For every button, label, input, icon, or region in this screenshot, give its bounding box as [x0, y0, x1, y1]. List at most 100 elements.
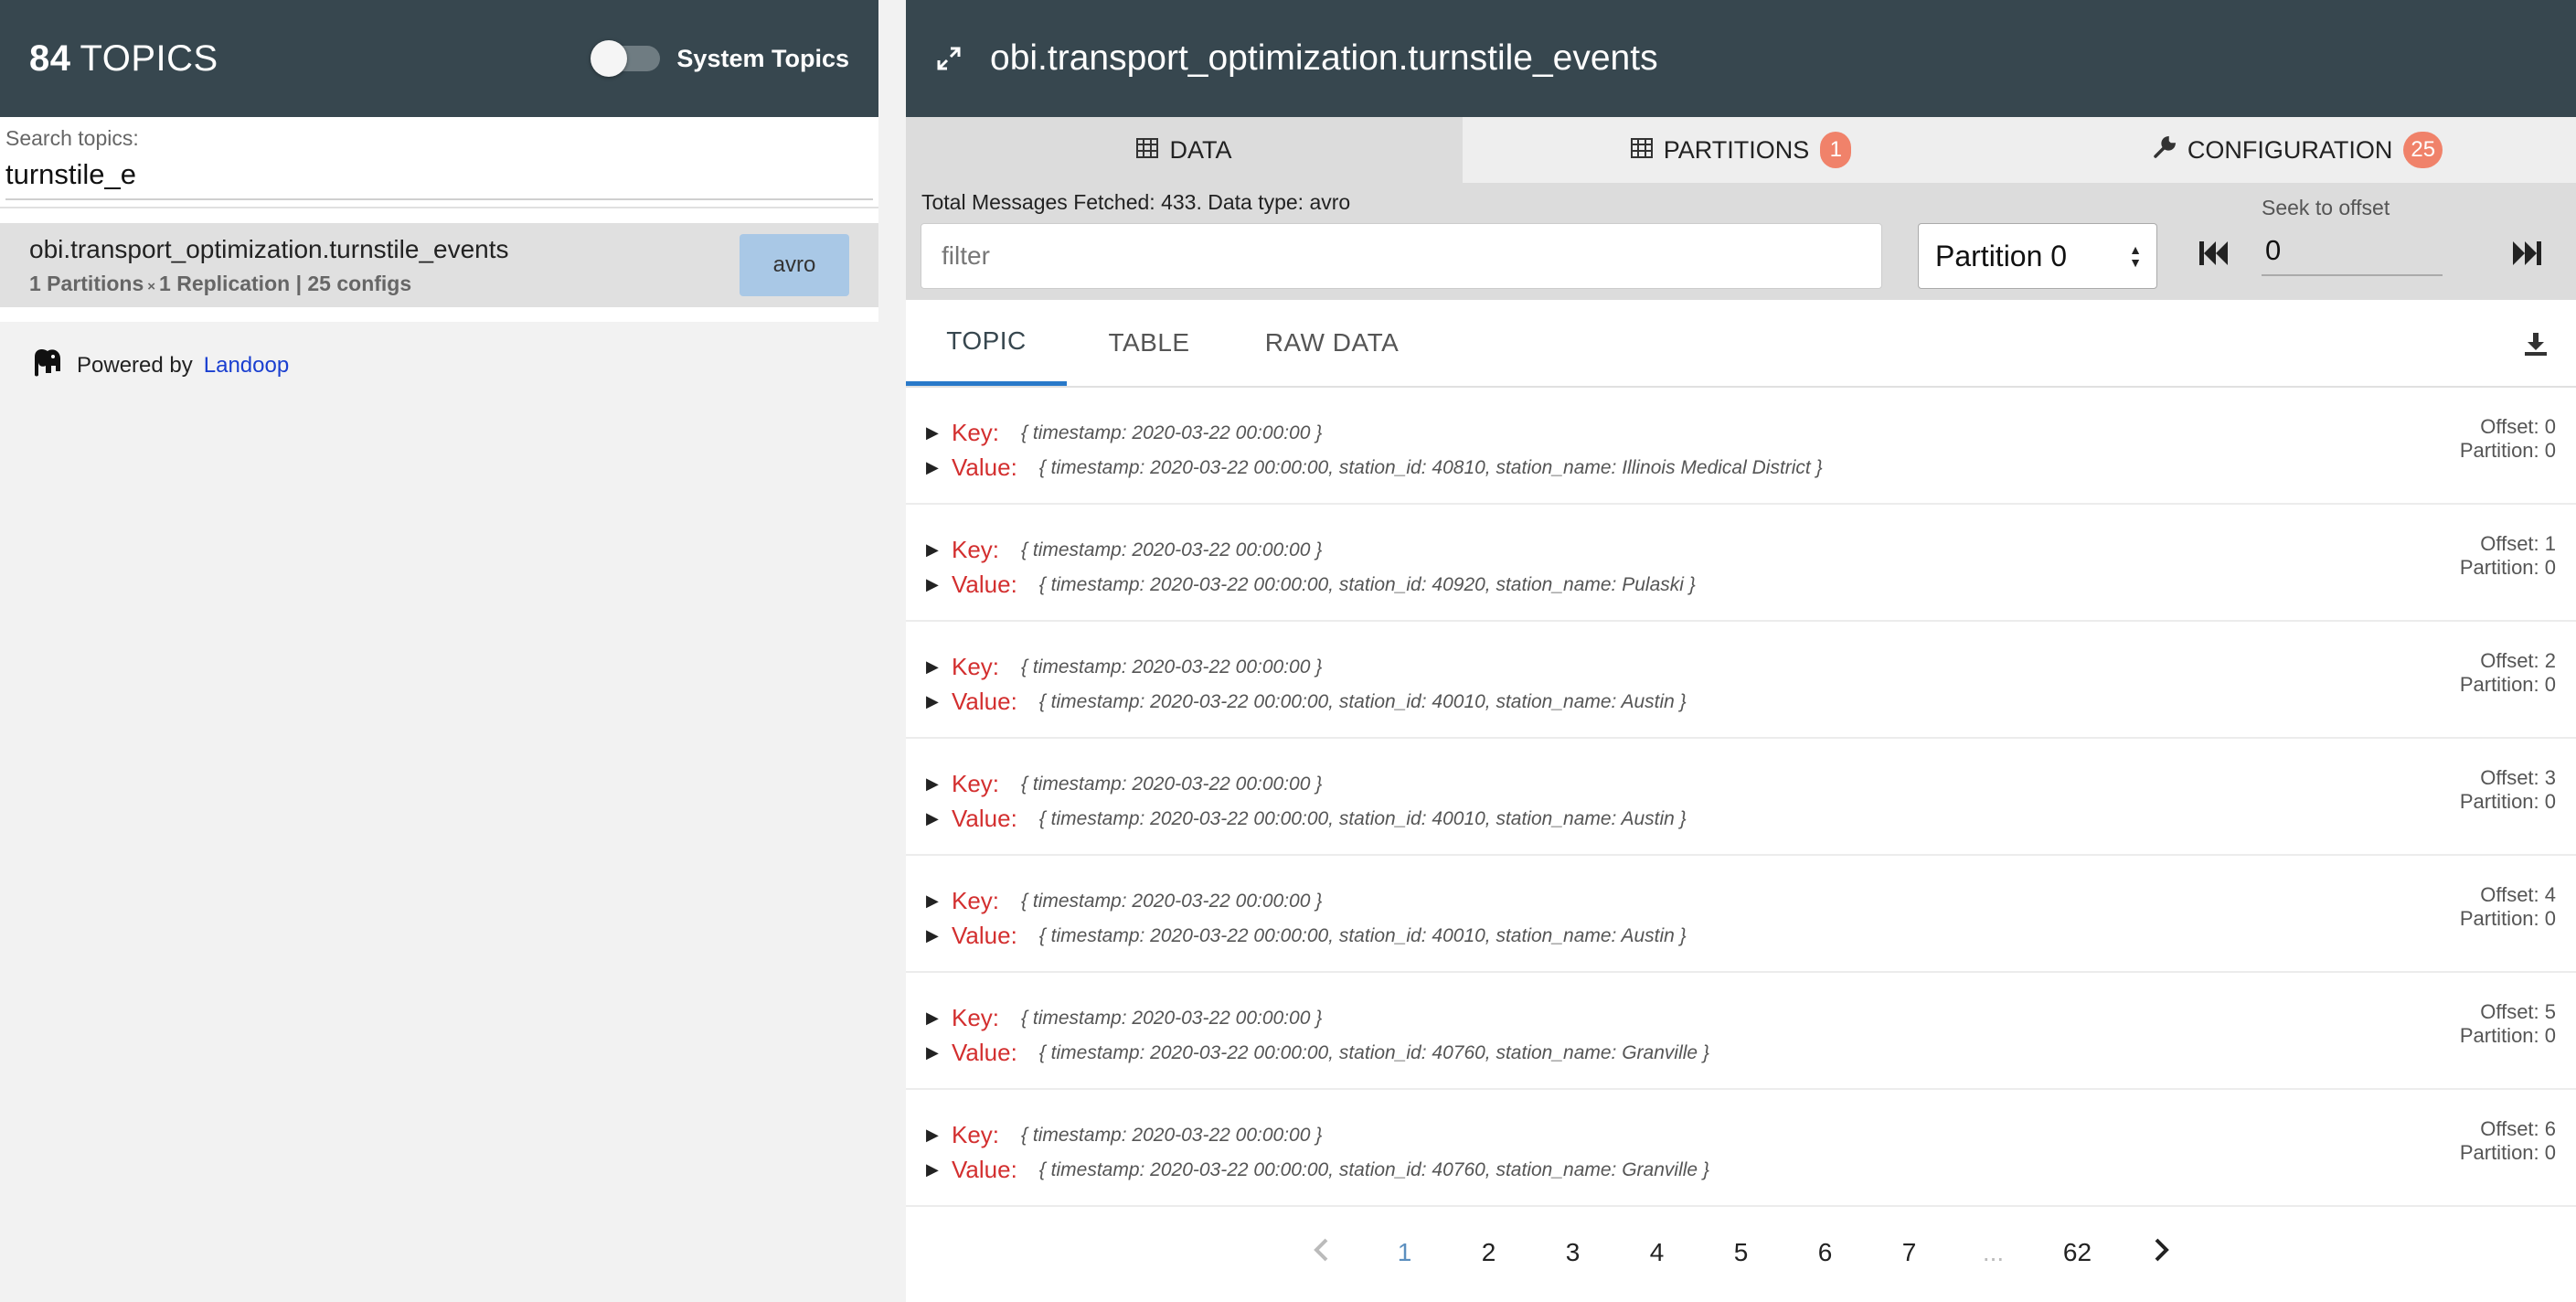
key-label: Key:	[952, 1004, 1000, 1031]
message-key: ▶ Key: { timestamp: 2020-03-22 00:00:00 }	[926, 1004, 1322, 1032]
message-offset: Offset: 3	[2480, 766, 2556, 789]
value-payload: { timestamp: 2020-03-22 00:00:00, statio…	[1038, 924, 1687, 946]
message-partition: Partition: 0	[2459, 907, 2556, 930]
skip-to-first-icon[interactable]	[2198, 240, 2230, 272]
tab-configuration-label: CONFIGURATION	[2187, 135, 2393, 164]
key-label: Key:	[952, 770, 1000, 797]
page-number[interactable]: 6	[1783, 1238, 1868, 1267]
expand-triangle-icon[interactable]: ▶	[926, 657, 952, 677]
view-tab-table[interactable]: TABLE	[1067, 300, 1231, 386]
filter-input[interactable]	[921, 223, 1882, 289]
expand-triangle-icon[interactable]: ▶	[926, 809, 952, 828]
expand-triangle-icon[interactable]: ▶	[926, 1009, 952, 1028]
page-number[interactable]: 7	[1868, 1238, 1952, 1267]
landoop-link[interactable]: Landoop	[204, 353, 289, 379]
message-value: ▶ Value: { timestamp: 2020-03-22 00:00:00,…	[926, 805, 1687, 833]
expand-triangle-icon[interactable]: ▶	[926, 926, 952, 945]
value-payload: { timestamp: 2020-03-22 00:00:00, statio…	[1038, 807, 1687, 829]
value-payload: { timestamp: 2020-03-22 00:00:00, statio…	[1038, 1041, 1709, 1063]
message-partition: Partition: 0	[2459, 439, 2556, 462]
page-number[interactable]: 4	[1615, 1238, 1699, 1267]
key-payload: { timestamp: 2020-03-22 00:00:00 }	[1021, 422, 1323, 443]
expand-triangle-icon[interactable]: ▶	[926, 692, 952, 711]
expand-triangle-icon[interactable]: ▶	[926, 575, 952, 594]
expand-triangle-icon[interactable]: ▶	[926, 423, 952, 443]
next-page-icon[interactable]	[2120, 1237, 2204, 1269]
skip-to-last-icon[interactable]	[2510, 240, 2543, 272]
toggle-knob	[591, 40, 628, 77]
tab-configuration[interactable]: CONFIGURATION 25	[2019, 117, 2576, 183]
view-tab-raw-data[interactable]: RAW DATA	[1231, 300, 1432, 386]
table-icon	[1630, 136, 1653, 165]
page-number[interactable]: 1	[1363, 1238, 1447, 1267]
key-payload: { timestamp: 2020-03-22 00:00:00 }	[1021, 539, 1323, 560]
page-number[interactable]: 2	[1447, 1238, 1531, 1267]
tab-partitions-label: PARTITIONS	[1663, 135, 1810, 164]
page-number[interactable]: 62	[2036, 1238, 2120, 1267]
key-payload: { timestamp: 2020-03-22 00:00:00 }	[1021, 890, 1323, 912]
message-partition: Partition: 0	[2459, 673, 2556, 696]
topic-replication: 1 Replication | 25 configs	[159, 271, 412, 295]
topic-meta: 1 Partitions × 1 Replication | 25 configs	[29, 272, 509, 296]
message-controls: Total Messages Fetched: 433. Data type: …	[906, 183, 2576, 300]
message-partition: Partition: 0	[2459, 1024, 2556, 1047]
topic-partitions: 1 Partitions	[29, 271, 144, 295]
message-key: ▶ Key: { timestamp: 2020-03-22 00:00:00 }	[926, 536, 1322, 564]
view-tab-topic[interactable]: TOPIC	[906, 300, 1067, 386]
search-input[interactable]	[5, 158, 873, 200]
message-value: ▶ Value: { timestamp: 2020-03-22 00:00:00,…	[926, 1156, 1709, 1184]
partition-select[interactable]: Partition 0 ▲ ▼	[1918, 223, 2157, 289]
key-label: Key:	[952, 653, 1000, 680]
key-label: Key:	[952, 887, 1000, 914]
message-offset: Offset: 0	[2480, 415, 2556, 438]
message-meta: Offset: 6 Partition: 0	[2460, 1117, 2556, 1165]
download-icon[interactable]	[2523, 331, 2549, 361]
message-meta: Offset: 4 Partition: 0	[2460, 883, 2556, 931]
sidebar-header: 84 TOPICS System Topics	[0, 0, 878, 117]
key-payload: { timestamp: 2020-03-22 00:00:00 }	[1021, 1124, 1323, 1146]
expand-icon[interactable]	[935, 45, 963, 72]
system-topics-toggle[interactable]: System Topics	[591, 40, 849, 77]
pagination: 1 2 3 4 5 6 7... 62	[906, 1207, 2576, 1298]
message-row: ▶ Key:{ timestamp: 2020-03-22 00:00:00 } ▶…	[906, 973, 2576, 1090]
message-row: ▶ Key:{ timestamp: 2020-03-22 00:00:00 } ▶…	[906, 505, 2576, 622]
message-row: ▶ Key:{ timestamp: 2020-03-22 00:00:00 } ▶…	[906, 622, 2576, 739]
message-offset: Offset: 5	[2480, 1000, 2556, 1023]
topic-list-item[interactable]: obi.transport_optimization.turnstile_eve…	[0, 223, 878, 307]
expand-triangle-icon[interactable]: ▶	[926, 1043, 952, 1062]
expand-triangle-icon[interactable]: ▶	[926, 1126, 952, 1145]
powered-by-text: Powered by	[77, 352, 193, 378]
message-row: ▶ Key:{ timestamp: 2020-03-22 00:00:00 } ▶…	[906, 739, 2576, 856]
value-label: Value:	[952, 454, 1017, 481]
message-offset: Offset: 1	[2480, 532, 2556, 555]
page-numbers: 1 2 3 4 5 6 7... 62	[1363, 1238, 2120, 1267]
elephant-icon	[29, 344, 66, 387]
times-sign: ×	[147, 278, 156, 294]
value-payload: { timestamp: 2020-03-22 00:00:00, statio…	[1038, 1158, 1709, 1180]
expand-triangle-icon[interactable]: ▶	[926, 540, 952, 560]
partition-selected: Partition 0	[1935, 239, 2068, 272]
configuration-count-badge: 25	[2403, 132, 2443, 168]
tab-partitions[interactable]: PARTITIONS 1	[1463, 117, 2019, 183]
table-icon	[1136, 136, 1159, 165]
toggle-switch[interactable]	[591, 40, 661, 77]
expand-triangle-icon[interactable]: ▶	[926, 1160, 952, 1179]
tab-data[interactable]: DATA	[906, 117, 1463, 183]
topic-search: Search topics:	[0, 117, 878, 208]
expand-triangle-icon[interactable]: ▶	[926, 458, 952, 477]
prev-page-icon[interactable]	[1279, 1237, 1363, 1269]
message-meta: Offset: 0 Partition: 0	[2460, 415, 2556, 463]
key-label: Key:	[952, 536, 1000, 563]
seek-offset-input[interactable]	[2262, 227, 2443, 276]
message-partition: Partition: 0	[2459, 556, 2556, 579]
expand-triangle-icon[interactable]: ▶	[926, 891, 952, 911]
topic-list: obi.transport_optimization.turnstile_eve…	[0, 208, 878, 322]
page-number[interactable]: 5	[1699, 1238, 1783, 1267]
topics-count: 84 TOPICS	[29, 38, 218, 80]
message-key: ▶ Key: { timestamp: 2020-03-22 00:00:00 }	[926, 1121, 1322, 1149]
expand-triangle-icon[interactable]: ▶	[926, 774, 952, 794]
topic-name: obi.transport_optimization.turnstile_eve…	[29, 234, 509, 263]
message-meta: Offset: 3 Partition: 0	[2460, 766, 2556, 814]
page-number[interactable]: 3	[1531, 1238, 1615, 1267]
message-key: ▶ Key: { timestamp: 2020-03-22 00:00:00 }	[926, 770, 1322, 798]
